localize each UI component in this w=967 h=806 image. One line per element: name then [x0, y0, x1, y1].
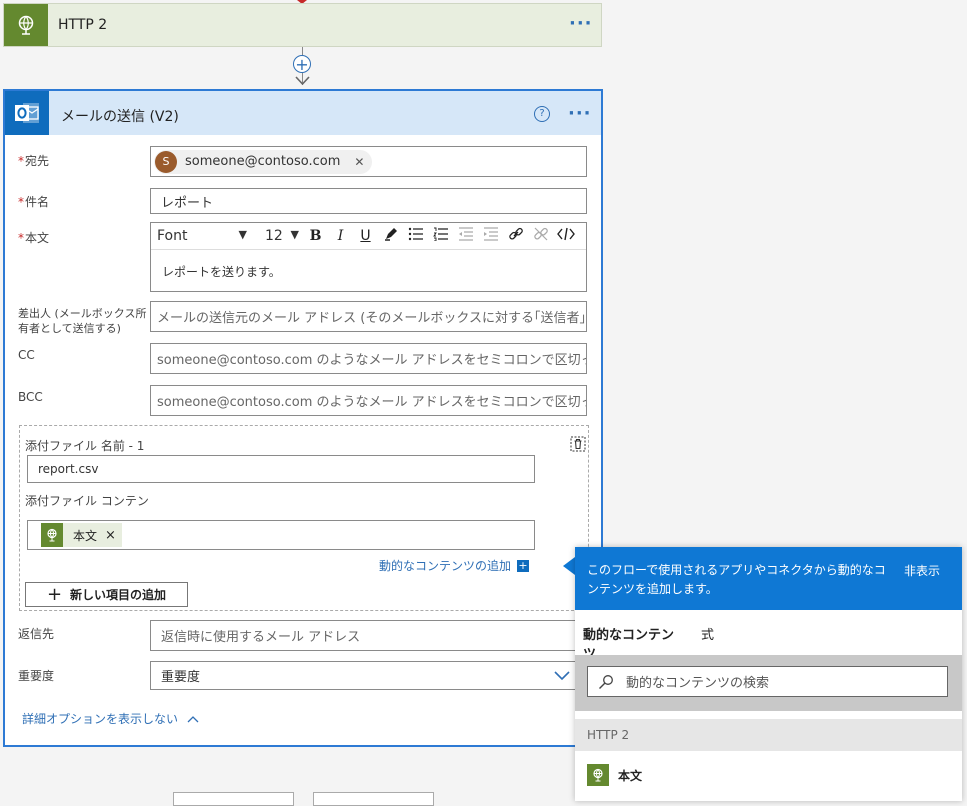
add-new-item-button[interactable]: + 新しい項目の追加	[25, 582, 188, 607]
importance-label: 重要度	[18, 669, 55, 683]
dynamic-token-chip[interactable]: 本文 ×	[41, 523, 122, 547]
chevron-up-icon	[187, 715, 199, 722]
send-mail-action-card: メールの送信 (V2) ? ··· *宛先 S someone@contoso.…	[3, 89, 603, 747]
editor-toolbar: Font ▼ 12 ▼ B I U	[151, 223, 586, 250]
font-size-dropdown[interactable]: 12 ▼	[261, 228, 303, 244]
avatar: S	[155, 150, 177, 173]
attachment-name-input[interactable]: report.csv	[27, 455, 535, 483]
search-placeholder: 動的なコンテンツの検索	[626, 676, 770, 691]
code-view-icon[interactable]	[553, 227, 578, 245]
add-dynamic-content-link[interactable]: 動的なコンテンツの追加 +	[379, 557, 530, 574]
cc-label: CC	[18, 348, 35, 362]
unlink-icon[interactable]	[528, 226, 553, 246]
globe-icon	[41, 523, 63, 547]
insert-step-plus-icon[interactable]: +	[293, 55, 311, 73]
subject-label: *件名	[18, 193, 49, 210]
bulleted-list-icon[interactable]	[403, 227, 428, 245]
underline-icon[interactable]: U	[353, 228, 378, 244]
popup-description: このフローで使用されるアプリやコネクタから動的なコンテンツを追加します。	[587, 563, 886, 596]
body-editor: Font ▼ 12 ▼ B I U レポートを送ります。	[150, 222, 587, 292]
required-mark: *	[18, 154, 24, 168]
send-mail-title: メールの送信 (V2)	[61, 109, 179, 125]
subject-input[interactable]: レポート	[150, 188, 587, 214]
recipient-email: someone@contoso.com	[185, 154, 341, 169]
caret-down-icon: ▼	[290, 228, 299, 241]
decrease-indent-icon[interactable]	[453, 227, 478, 245]
remove-recipient-icon[interactable]: ✕	[354, 155, 364, 169]
attachment-section: 添付ファイル 名前 - 1 report.csv 添付ファイル コンテンツ - …	[19, 425, 589, 611]
dynamic-content-item[interactable]: 本文	[587, 764, 642, 786]
tab-expression[interactable]: 式	[701, 624, 714, 643]
bcc-input[interactable]: someone@contoso.com のようなメール アドレスをセミコロンで区…	[150, 385, 587, 416]
bold-icon[interactable]: B	[303, 228, 328, 244]
dynamic-content-item-label: 本文	[618, 768, 643, 783]
plus-icon: +	[46, 583, 63, 605]
font-family-value: Font	[157, 228, 188, 244]
font-family-dropdown[interactable]: Font ▼	[151, 228, 253, 244]
advanced-options-label: 詳細オプションを表示しない	[22, 712, 179, 726]
add-new-item-label: 新しい項目の追加	[70, 588, 167, 602]
importance-dropdown[interactable]: 重要度	[150, 661, 587, 690]
advanced-options-toggle[interactable]: 詳細オプションを表示しない	[22, 710, 199, 727]
send-mail-more-icon[interactable]: ···	[568, 103, 592, 124]
to-label: *宛先	[18, 152, 49, 169]
popup-hide-link[interactable]: 非表示	[904, 562, 940, 579]
dynamic-content-search-input[interactable]: 動的なコンテンツの検索	[587, 666, 948, 697]
from-input[interactable]: メールの送信元のメール アドレス (そのメールボックスに対する｢送信者｣または｢…	[150, 301, 587, 332]
popup-header: このフローで使用されるアプリやコネクタから動的なコンテンツを追加します。 非表示	[575, 547, 962, 610]
dynamic-content-popup: このフローで使用されるアプリやコネクタから動的なコンテンツを追加します。 非表示…	[575, 547, 962, 801]
http-2-action-card[interactable]: HTTP 2 ···	[3, 3, 602, 47]
required-mark: *	[18, 195, 24, 209]
required-mark: *	[18, 231, 24, 245]
subject-label-text: 件名	[25, 195, 50, 209]
body-content[interactable]: レポートを送ります。	[151, 250, 586, 280]
chevron-down-icon	[554, 671, 570, 681]
from-placeholder: メールの送信元のメール アドレス (そのメールボックスに対する｢送信者｣または｢…	[157, 311, 586, 326]
caret-down-icon: ▼	[238, 228, 247, 241]
popup-search-area: 動的なコンテンツの検索	[575, 655, 962, 711]
cc-input[interactable]: someone@contoso.com のようなメール アドレスをセミコロンで区…	[150, 343, 587, 374]
add-dynamic-plus-icon: +	[517, 558, 530, 572]
font-size-value: 12	[265, 228, 283, 244]
body-label-text: 本文	[25, 231, 50, 245]
recipient-chip[interactable]: S someone@contoso.com ✕	[154, 149, 373, 174]
body-label: *本文	[18, 229, 49, 246]
delete-attachment-icon[interactable]	[570, 436, 586, 456]
send-mail-header[interactable]: メールの送信 (V2) ? ···	[5, 91, 601, 135]
http-2-title: HTTP 2	[58, 17, 108, 33]
cc-placeholder: someone@contoso.com のようなメール アドレスをセミコロンで区…	[157, 353, 587, 368]
reply-to-label: 返信先	[18, 627, 55, 641]
from-label: 差出人 (メールボックス所有者として送信する)	[18, 307, 147, 335]
globe-icon	[4, 4, 48, 46]
link-icon[interactable]	[503, 226, 528, 246]
importance-value: 重要度	[161, 670, 201, 685]
italic-icon[interactable]: I	[328, 228, 353, 244]
remove-token-icon[interactable]: ×	[105, 528, 116, 543]
globe-icon	[587, 764, 609, 786]
to-field[interactable]: S someone@contoso.com ✕	[150, 146, 587, 177]
outlook-icon	[5, 91, 49, 135]
bottom-button-left[interactable]	[173, 792, 294, 806]
reply-to-input[interactable]: 返信時に使用するメール アドレス	[150, 620, 587, 651]
increase-indent-icon[interactable]	[478, 227, 503, 245]
search-icon	[599, 674, 613, 689]
popup-pointer	[563, 557, 575, 575]
bcc-label: BCC	[18, 390, 43, 404]
attachment-name-label: 添付ファイル 名前 - 1	[25, 439, 145, 453]
dynamic-token-label: 本文	[73, 528, 98, 543]
attachment-content-label: 添付ファイル コンテンツ - 1	[25, 494, 149, 511]
bcc-placeholder: someone@contoso.com のようなメール アドレスをセミコロンで区…	[157, 395, 587, 410]
attachment-content-input[interactable]: 本文 ×	[27, 520, 535, 550]
popup-section-header: HTTP 2	[575, 719, 962, 751]
to-label-text: 宛先	[25, 154, 50, 168]
help-icon[interactable]: ?	[534, 106, 550, 122]
add-dynamic-content-text: 動的なコンテンツの追加	[379, 559, 512, 573]
connector-line	[302, 47, 303, 55]
numbered-list-icon[interactable]	[428, 227, 453, 245]
chevron-down-icon	[295, 76, 310, 86]
http-2-more-icon[interactable]: ···	[569, 13, 593, 34]
highlight-pen-icon[interactable]	[378, 227, 403, 245]
bottom-button-right[interactable]	[313, 792, 434, 806]
reply-to-placeholder: 返信時に使用するメール アドレス	[161, 630, 361, 645]
